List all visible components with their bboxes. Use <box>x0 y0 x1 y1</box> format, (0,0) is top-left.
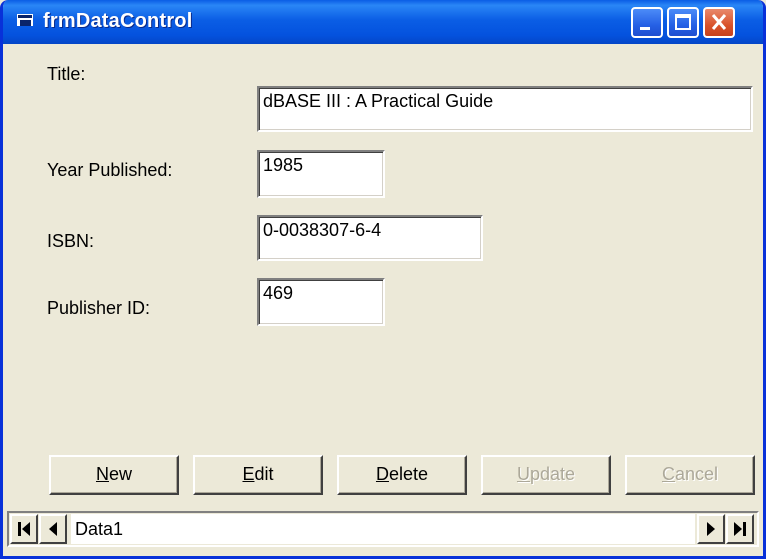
edit-button[interactable]: Edit <box>193 455 323 495</box>
data-control: Data1 <box>7 511 759 547</box>
year-published-field[interactable]: 1985 <box>257 150 385 198</box>
app-window: frmDataControl Title: dBASE III : A Prac… <box>0 0 766 559</box>
isbn-field[interactable]: 0-0038307-6-4 <box>257 215 483 261</box>
isbn-label: ISBN: <box>47 231 95 251</box>
minimize-button[interactable] <box>631 7 663 38</box>
cancel-button[interactable]: Cancel <box>625 455 755 495</box>
cancel-mnemonic: C <box>661 464 675 484</box>
previous-record-button[interactable] <box>39 514 67 544</box>
new-button[interactable]: New <box>49 455 179 495</box>
delete-button[interactable]: Delete <box>337 455 467 495</box>
update-label-rest: pdate <box>529 464 576 484</box>
previous-record-icon <box>49 522 57 536</box>
next-record-icon <box>707 522 715 536</box>
new-mnemonic: N <box>95 464 109 484</box>
data-control-caption: Data1 <box>71 514 695 544</box>
edit-label-rest: dit <box>254 464 274 484</box>
last-record-icon <box>734 522 746 536</box>
app-icon <box>17 14 33 26</box>
title-field[interactable]: dBASE III : A Practical Guide <box>257 86 753 132</box>
last-record-button[interactable] <box>726 514 754 544</box>
title-bar[interactable]: frmDataControl <box>3 0 763 44</box>
close-button[interactable] <box>703 7 735 38</box>
update-button[interactable]: Update <box>481 455 611 495</box>
edit-mnemonic: E <box>242 464 255 484</box>
cancel-label-rest: ancel <box>674 464 719 484</box>
window-title: frmDataControl <box>43 10 193 32</box>
delete-label-rest: elete <box>388 464 429 484</box>
close-icon <box>711 14 727 30</box>
minimize-icon <box>640 27 650 30</box>
publisher-id-field[interactable]: 469 <box>257 278 385 326</box>
delete-mnemonic: D <box>375 464 389 484</box>
title-label: Title: <box>47 64 86 84</box>
first-record-icon <box>18 522 30 536</box>
first-record-button[interactable] <box>10 514 38 544</box>
publisher-id-label: Publisher ID: <box>47 298 151 318</box>
next-record-button[interactable] <box>697 514 725 544</box>
year-published-label: Year Published: <box>47 160 173 180</box>
maximize-icon <box>675 14 691 30</box>
new-label-rest: ew <box>108 464 132 484</box>
maximize-button[interactable] <box>667 7 699 38</box>
update-mnemonic: U <box>516 464 530 484</box>
